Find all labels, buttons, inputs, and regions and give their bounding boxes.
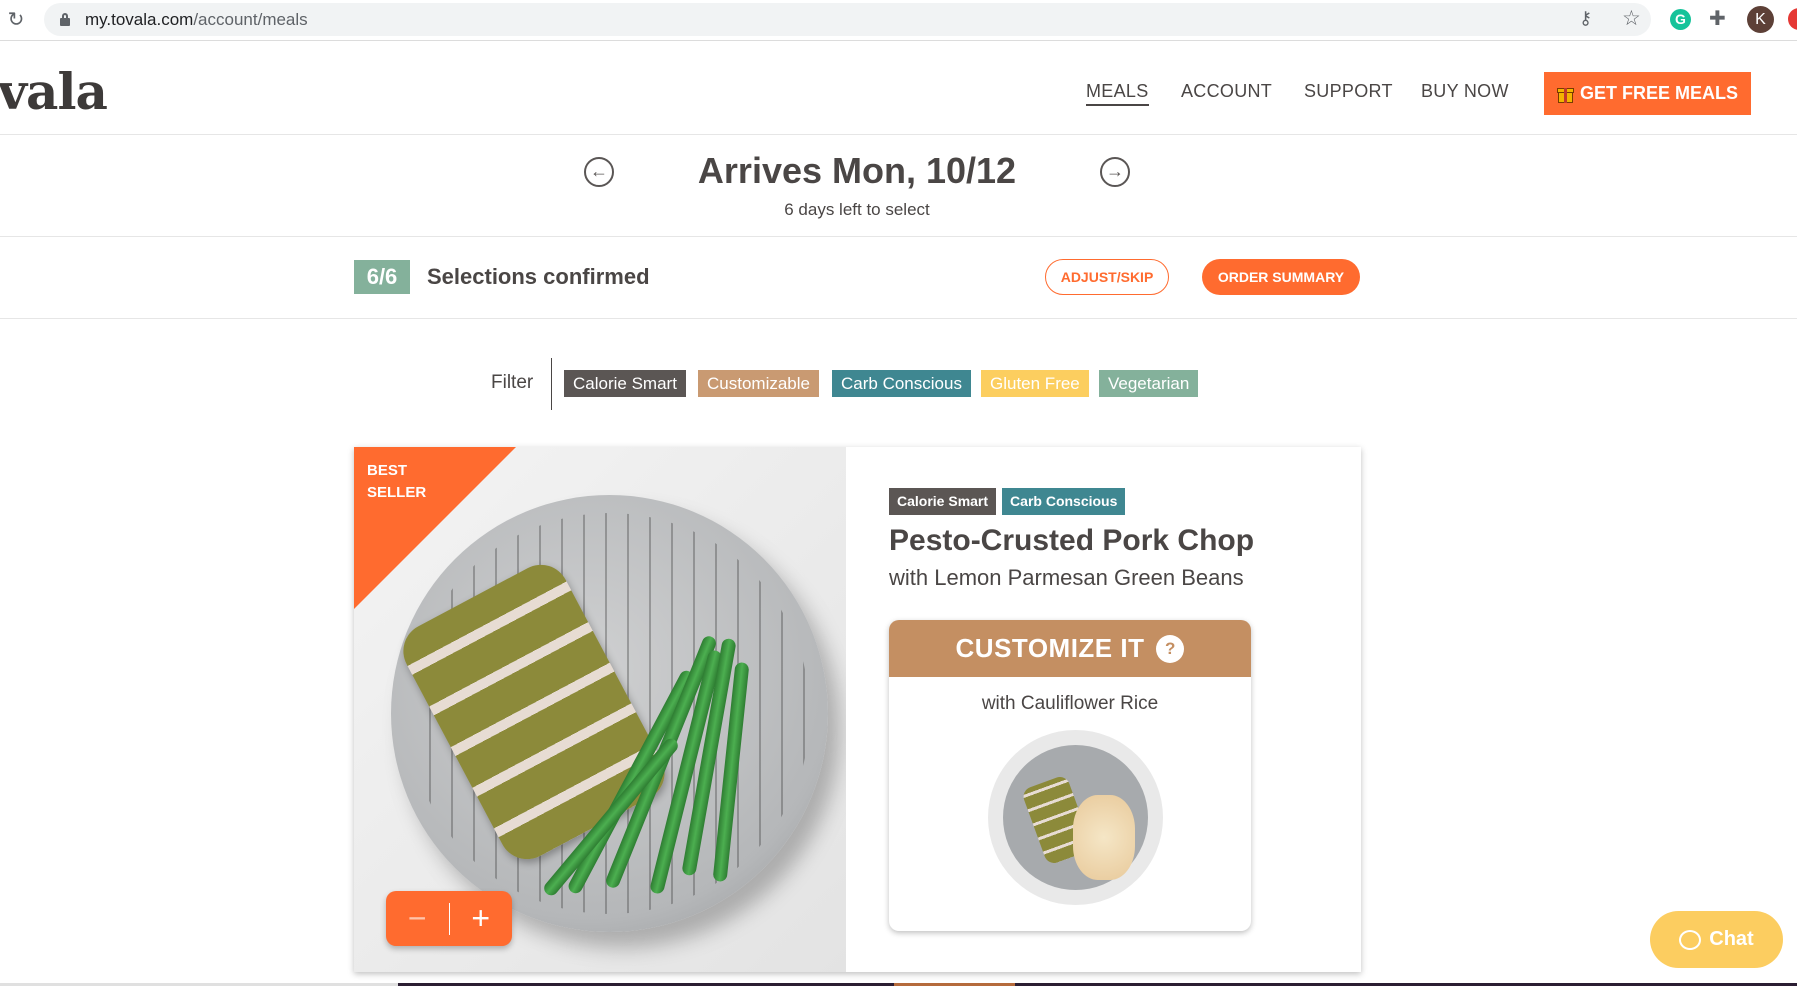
bookmark-star-icon[interactable]: ☆ [1622,6,1641,31]
filter-chip-gluten-free[interactable]: Gluten Free [981,370,1089,397]
days-left-text: 6 days left to select [784,200,930,219]
get-free-meals-label: GET FREE MEALS [1579,83,1738,103]
key-icon[interactable]: ⚷ [1579,8,1592,29]
site-header: vala MEALS ACCOUNT SUPPORT BUY NOW GET F… [0,42,1797,135]
filter-chip-calorie-smart[interactable]: Calorie Smart [564,370,686,397]
reload-icon[interactable]: ↻ [4,8,28,32]
filter-label: Filter [491,372,534,393]
customize-it-header: CUSTOMIZE IT ? [889,620,1251,677]
grammarly-extension-icon[interactable]: G [1670,9,1691,30]
nav-buy-now[interactable]: BUY NOW [1421,81,1509,102]
extensions-puzzle-icon[interactable]: ✚ [1709,6,1726,31]
nav-account[interactable]: ACCOUNT [1181,81,1272,102]
quantity-stepper[interactable]: − + [386,891,512,946]
customize-it-label: CUSTOMIZE IT [955,633,1145,663]
filter-chip-vegetarian[interactable]: Vegetarian [1099,370,1199,397]
next-week-arrow-icon[interactable]: → [1100,157,1130,187]
decrease-quantity-button[interactable]: − [386,891,449,946]
browser-toolbar: ↻ my.tovala.com/account/meals ⚷ ☆ G ✚ K [0,0,1797,41]
increase-quantity-button[interactable]: + [450,891,513,946]
chat-label: Chat [1709,928,1754,950]
selection-count-badge: 6/6 [354,260,410,294]
meal-photo[interactable]: BEST SELLER − + [354,447,846,972]
gift-icon [1556,85,1574,103]
chat-button[interactable]: Chat [1650,911,1783,968]
profile-avatar[interactable]: K [1747,6,1774,33]
meal-title[interactable]: Pesto-Crusted Pork Chop [889,524,1254,558]
meal-tags: Calorie Smart Carb Conscious [889,488,1126,515]
customize-it-panel[interactable]: CUSTOMIZE IT ? with Cauliflower Rice [889,620,1251,931]
order-summary-button[interactable]: ORDER SUMMARY [1202,259,1360,295]
get-free-meals-button[interactable]: GET FREE MEALS [1544,72,1751,115]
customize-option-label: with Cauliflower Rice [981,693,1159,714]
url-path: /account/meals [193,10,308,29]
nav-meals[interactable]: MEALS [1086,81,1149,106]
help-question-icon[interactable]: ? [1156,634,1185,663]
url-host: my.tovala.com [85,10,194,29]
adjust-skip-button[interactable]: ADJUST/SKIP [1045,259,1169,295]
tovala-logo[interactable]: vala [0,62,108,121]
address-bar[interactable]: my.tovala.com/account/meals ⚷ ☆ [44,3,1651,36]
lock-icon[interactable] [60,13,70,26]
filter-chip-customizable[interactable]: Customizable [698,370,819,397]
divider [0,236,1797,237]
url-text[interactable]: my.tovala.com/account/meals [85,10,308,30]
meal-subtitle: with Lemon Parmesan Green Beans [889,565,1244,590]
selections-status: Selections confirmed [427,264,650,289]
green-beans-image [541,617,754,907]
tag-calorie-smart: Calorie Smart [889,488,997,515]
delivery-date-title: Arrives Mon, 10/12 [697,150,1017,191]
nav-support[interactable]: SUPPORT [1304,81,1393,102]
extension-icon[interactable] [1788,8,1797,30]
tag-carb-conscious: Carb Conscious [1002,488,1126,515]
chat-bubble-icon [1679,929,1702,950]
filter-chip-carb-conscious[interactable]: Carb Conscious [832,370,971,397]
cauliflower-rice-option-image[interactable] [988,730,1163,905]
filter-divider [551,358,552,410]
best-seller-label: BEST SELLER [367,462,427,501]
meal-card[interactable]: BEST SELLER − + Calorie Smart Carb Consci… [354,447,1361,972]
divider [0,318,1797,319]
